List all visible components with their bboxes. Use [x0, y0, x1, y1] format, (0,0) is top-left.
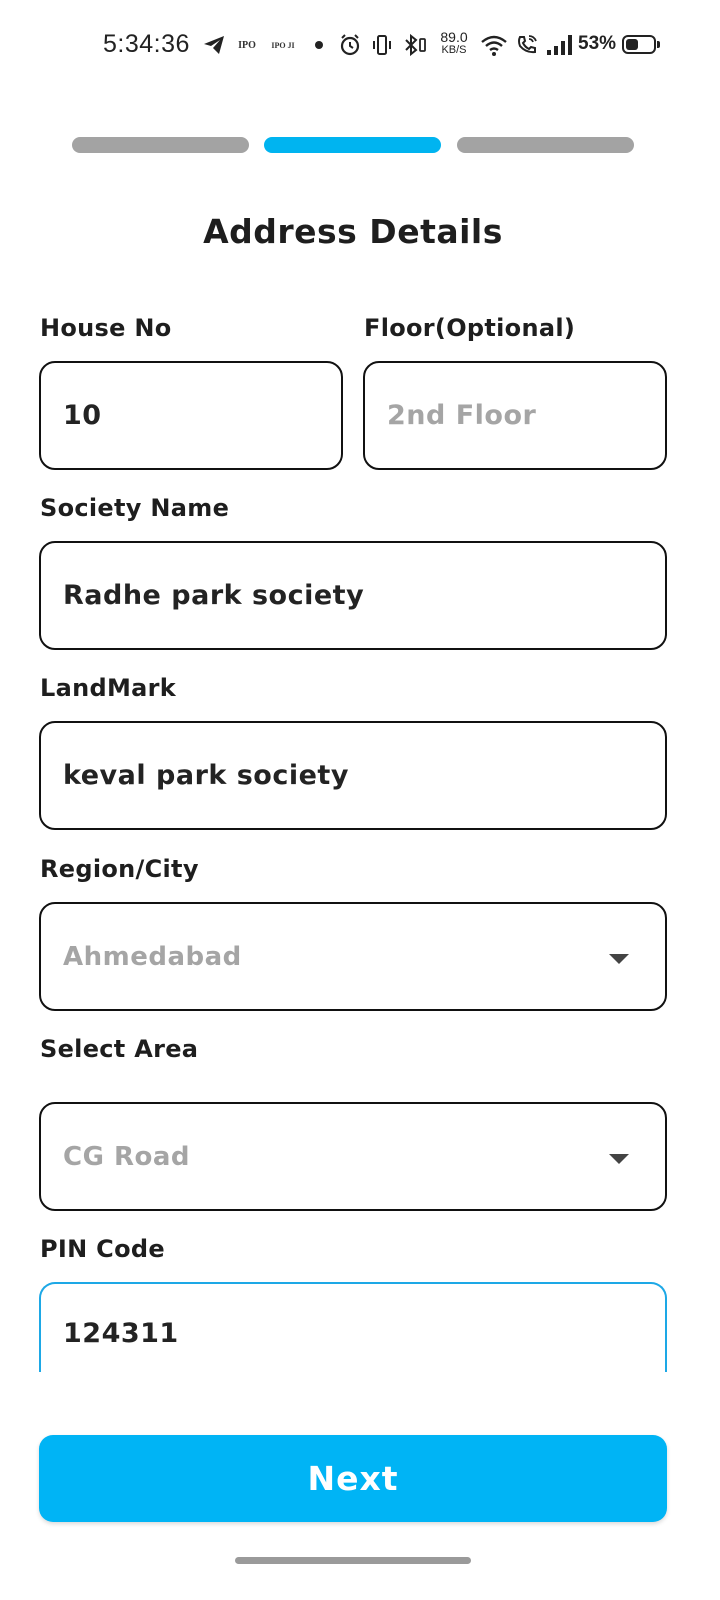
page-title: Address Details: [203, 212, 503, 251]
region-city-label: Region/City: [40, 855, 199, 883]
wifi-call-icon: [515, 33, 539, 57]
bluetooth-icon: [402, 33, 428, 57]
status-bar: 5:34:36 IPO IPO JI 89.0 KB/S 53%: [0, 0, 720, 90]
landmark-input[interactable]: [63, 760, 665, 791]
ipo-icon: IPO: [238, 39, 256, 51]
pin-code-input[interactable]: [63, 1318, 665, 1349]
signal-icon: [546, 33, 574, 57]
battery-icon: [622, 35, 660, 54]
landmark-field[interactable]: [39, 721, 667, 830]
telegram-icon: [201, 33, 227, 57]
progress-step-1: [72, 137, 249, 153]
dot-icon: [313, 33, 325, 57]
house-no-field[interactable]: [39, 361, 343, 470]
progress-step-3: [457, 137, 634, 153]
floor-label: Floor(Optional): [364, 314, 576, 342]
network-speed: 89.0 KB/S: [440, 29, 468, 56]
floor-input[interactable]: [387, 400, 665, 431]
house-no-label: House No: [40, 314, 172, 342]
society-name-input[interactable]: [63, 580, 665, 611]
home-indicator[interactable]: [235, 1557, 471, 1564]
house-no-input[interactable]: [63, 400, 341, 431]
wifi-icon: [480, 33, 508, 57]
battery-percent: 53%: [578, 33, 617, 54]
region-city-select[interactable]: Ahmedabad: [39, 902, 667, 1011]
region-city-value: Ahmedabad: [63, 941, 242, 972]
society-name-label: Society Name: [40, 494, 230, 522]
dropdown-caret-icon[interactable]: [609, 1154, 629, 1164]
select-area-label: Select Area: [40, 1035, 199, 1063]
alarm-icon: [338, 33, 362, 57]
landmark-label: LandMark: [40, 674, 177, 702]
status-time: 5:34:36: [103, 30, 190, 58]
society-name-field[interactable]: [39, 541, 667, 650]
dropdown-caret-icon[interactable]: [609, 954, 629, 964]
ipo-ji-icon: IPO JI: [271, 40, 295, 50]
next-button[interactable]: Next: [39, 1435, 667, 1522]
floor-field[interactable]: [363, 361, 667, 470]
progress-step-2: [264, 137, 441, 153]
select-area-select[interactable]: CG Road: [39, 1102, 667, 1211]
pin-code-label: PIN Code: [40, 1235, 165, 1263]
select-area-value: CG Road: [63, 1141, 191, 1172]
vibrate-icon: [370, 33, 394, 57]
pin-code-field[interactable]: [39, 1282, 667, 1372]
